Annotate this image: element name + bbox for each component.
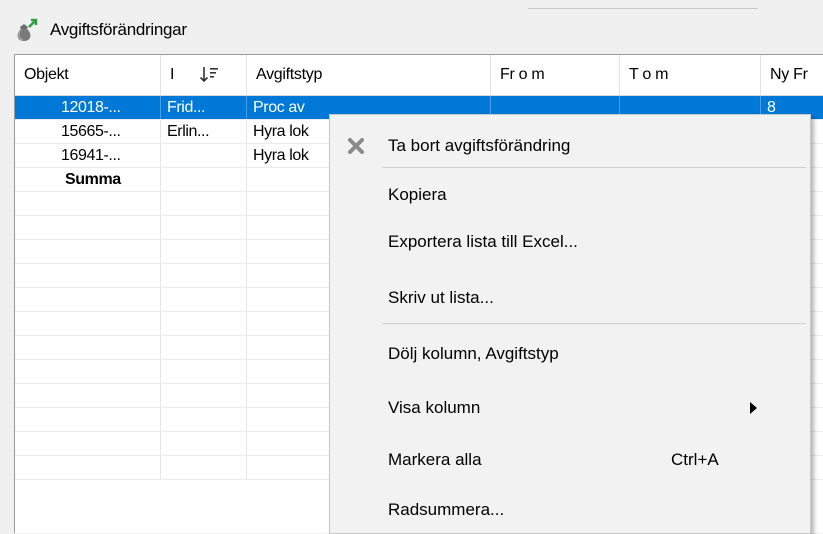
menu-item-shortcut: Ctrl+A xyxy=(671,450,719,469)
table-cell xyxy=(15,288,161,311)
grid-header: Objekt I Avgiftstyp Fr o m T o m Ny Fr xyxy=(15,55,823,96)
table-cell xyxy=(161,240,247,263)
menu-item-exportera-lista-till-excel[interactable]: Exportera lista till Excel... xyxy=(330,219,810,265)
column-header-5[interactable]: Ny Fr xyxy=(761,55,823,95)
menu-item-visa-kolumn[interactable]: Visa kolumn xyxy=(330,385,810,431)
table-cell xyxy=(15,432,161,455)
table-cell: 15665-... xyxy=(15,120,161,143)
table-cell xyxy=(15,312,161,335)
table-cell xyxy=(15,408,161,431)
context-menu: Ta bort avgiftsförändring Kopiera Exporter… xyxy=(329,114,811,534)
menu-item-label: Dölj kolumn, Avgiftstyp xyxy=(388,344,559,363)
table-cell: Summa xyxy=(15,168,161,191)
menu-item-label: Ta bort avgiftsförändring xyxy=(388,136,571,155)
table-cell xyxy=(161,312,247,335)
column-header-label: T o m xyxy=(629,66,669,83)
column-header-label: Objekt xyxy=(24,66,69,83)
table-cell: 12018-... xyxy=(15,96,161,119)
column-header-label: I xyxy=(170,66,175,83)
table-cell: Erlin... xyxy=(161,120,247,143)
table-cell xyxy=(161,168,247,191)
menu-item-label: Visa kolumn xyxy=(388,398,481,417)
column-header-1[interactable]: I xyxy=(161,55,247,95)
section-title: Avgiftsförändringar xyxy=(50,20,187,39)
table-cell xyxy=(15,264,161,287)
menu-item-radsummera[interactable]: Radsummera... xyxy=(330,487,810,533)
menu-separator xyxy=(382,323,806,324)
top-divider xyxy=(528,8,758,9)
table-cell xyxy=(15,456,161,479)
table-cell xyxy=(161,432,247,455)
moneybag-arrow-icon xyxy=(17,18,38,41)
table-cell xyxy=(15,240,161,263)
menu-item-kopiera[interactable]: Kopiera xyxy=(330,172,810,218)
table-cell xyxy=(161,336,247,359)
menu-item-markera-alla[interactable]: Markera alla Ctrl+A xyxy=(330,437,810,483)
table-cell xyxy=(161,216,247,239)
column-header-2[interactable]: Avgiftstyp xyxy=(247,55,491,95)
menu-item-label: Exportera lista till Excel... xyxy=(388,232,578,251)
table-cell xyxy=(15,216,161,239)
table-cell xyxy=(161,456,247,479)
menu-item-dölj-kolumn-avgiftstyp[interactable]: Dölj kolumn, Avgiftstyp xyxy=(330,331,810,377)
column-header-label: Ny Fr xyxy=(770,66,808,83)
table-cell: 16941-... xyxy=(15,144,161,167)
table-cell xyxy=(15,384,161,407)
column-header-0[interactable]: Objekt xyxy=(15,55,161,95)
table-cell xyxy=(161,144,247,167)
table-cell xyxy=(161,408,247,431)
table-cell xyxy=(161,192,247,215)
submenu-arrow-icon xyxy=(750,402,757,414)
menu-item-skriv-ut-lista[interactable]: Skriv ut lista... xyxy=(330,275,810,321)
column-header-label: Avgiftstyp xyxy=(256,66,323,83)
table-cell xyxy=(161,264,247,287)
table-cell xyxy=(15,360,161,383)
table-cell: Frid... xyxy=(161,96,247,119)
close-icon xyxy=(348,138,364,154)
table-cell xyxy=(15,336,161,359)
column-header-4[interactable]: T o m xyxy=(620,55,761,95)
table-cell xyxy=(161,384,247,407)
menu-item-label: Markera alla xyxy=(388,450,482,469)
column-header-3[interactable]: Fr o m xyxy=(491,55,620,95)
table-cell xyxy=(161,360,247,383)
menu-item-label: Radsummera... xyxy=(388,500,505,519)
column-header-label: Fr o m xyxy=(500,66,545,83)
menu-item-ta-bort-avgiftsförändring[interactable]: Ta bort avgiftsförändring xyxy=(330,123,810,169)
sort-descending-icon xyxy=(199,67,218,83)
menu-item-label: Skriv ut lista... xyxy=(388,288,494,307)
section-header: Avgiftsförändringar xyxy=(0,14,823,46)
table-cell xyxy=(161,288,247,311)
table-cell xyxy=(15,192,161,215)
menu-item-label: Kopiera xyxy=(388,185,447,204)
